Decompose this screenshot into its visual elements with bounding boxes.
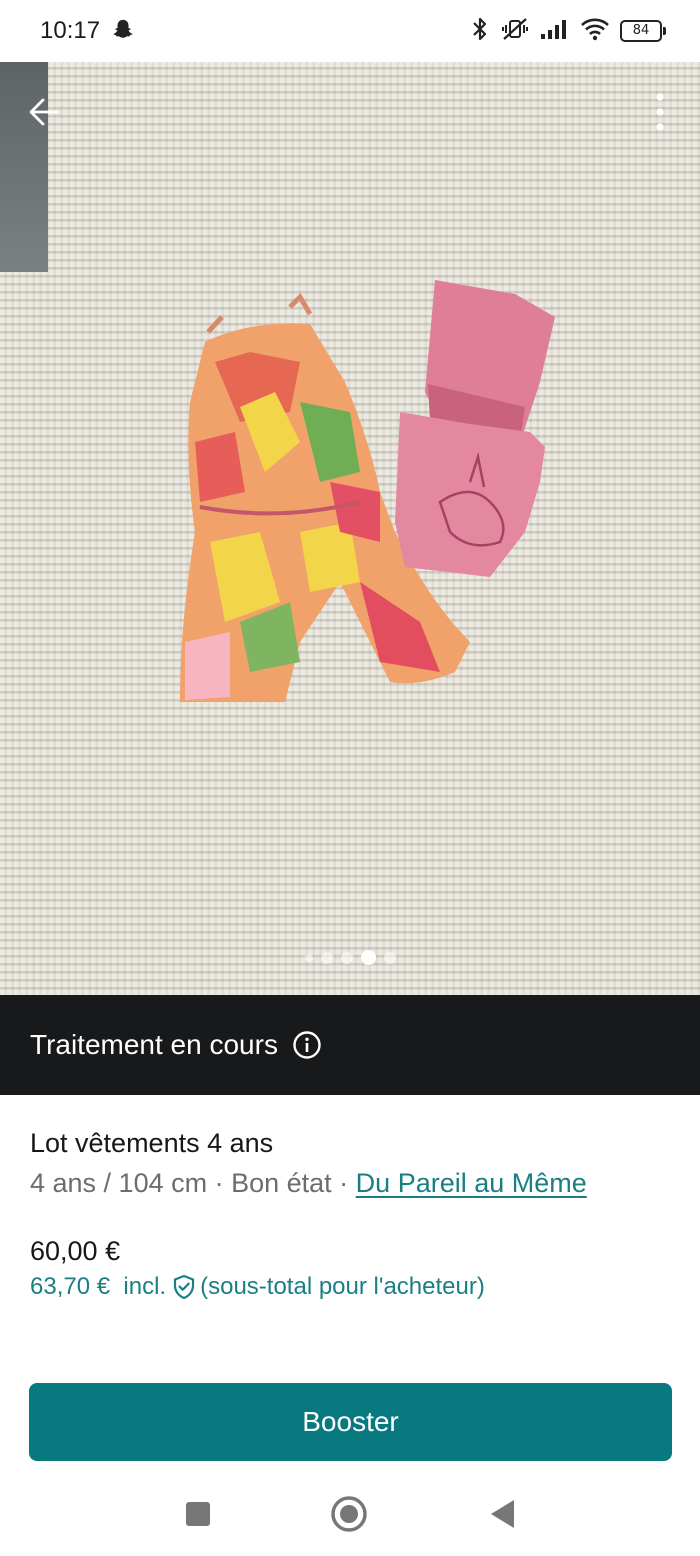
clothes-photo-illustration bbox=[180, 280, 555, 702]
buyer-price-incl: incl. bbox=[123, 1273, 167, 1300]
item-title: Lot vêtements 4 ans bbox=[30, 1128, 274, 1158]
bluetooth-icon bbox=[470, 16, 490, 47]
more-vertical-icon[interactable] bbox=[648, 90, 672, 134]
buyer-price-row[interactable]: 63,70 € incl. (sous-total pour l'acheteu… bbox=[30, 1269, 485, 1305]
carousel-dot-active[interactable] bbox=[360, 950, 376, 965]
item-size-condition: 4 ans / 104 cm · Bon état · bbox=[30, 1168, 356, 1198]
home-icon[interactable] bbox=[327, 1492, 371, 1536]
vibrate-mute-icon bbox=[500, 16, 530, 47]
carousel-indicator[interactable] bbox=[0, 950, 700, 965]
booster-button[interactable]: Booster bbox=[29, 1383, 672, 1461]
info-icon[interactable] bbox=[292, 1030, 322, 1060]
brand-link[interactable]: Du Pareil au Même bbox=[356, 1168, 587, 1198]
carousel-dot[interactable] bbox=[383, 951, 396, 964]
shield-check-icon bbox=[172, 1274, 196, 1300]
item-details: Lot vêtements 4 ans 4 ans / 104 cm · Bon… bbox=[30, 1125, 670, 1300]
wifi-icon bbox=[580, 17, 610, 46]
status-bar: 10:17 84 bbox=[0, 0, 700, 62]
processing-text: Traitement en cours bbox=[30, 1029, 278, 1060]
system-nav-bar bbox=[0, 1470, 700, 1556]
recent-apps-icon[interactable] bbox=[176, 1492, 220, 1536]
status-left: 10:17 bbox=[40, 17, 134, 45]
item-photo[interactable] bbox=[0, 62, 700, 995]
carousel-dot[interactable] bbox=[320, 951, 333, 964]
status-time: 10:17 bbox=[40, 17, 101, 44]
item-meta: 4 ans / 104 cm · Bon état · Du Pareil au… bbox=[30, 1165, 670, 1201]
carousel-dot[interactable] bbox=[304, 953, 313, 962]
snapchat-ghost-icon bbox=[112, 18, 134, 45]
item-price: 60,00 € bbox=[30, 1236, 121, 1266]
buyer-price: 63,70 € bbox=[30, 1273, 111, 1300]
back-triangle-icon[interactable] bbox=[480, 1492, 524, 1536]
signal-icon bbox=[540, 18, 570, 45]
back-arrow-icon[interactable] bbox=[24, 92, 64, 132]
carousel-dot[interactable] bbox=[340, 951, 353, 964]
status-right: 84 bbox=[470, 16, 666, 47]
battery-indicator: 84 bbox=[620, 20, 666, 42]
buyer-price-note: (sous-total pour l'acheteur) bbox=[200, 1273, 485, 1300]
processing-banner: Traitement en cours bbox=[0, 995, 700, 1095]
